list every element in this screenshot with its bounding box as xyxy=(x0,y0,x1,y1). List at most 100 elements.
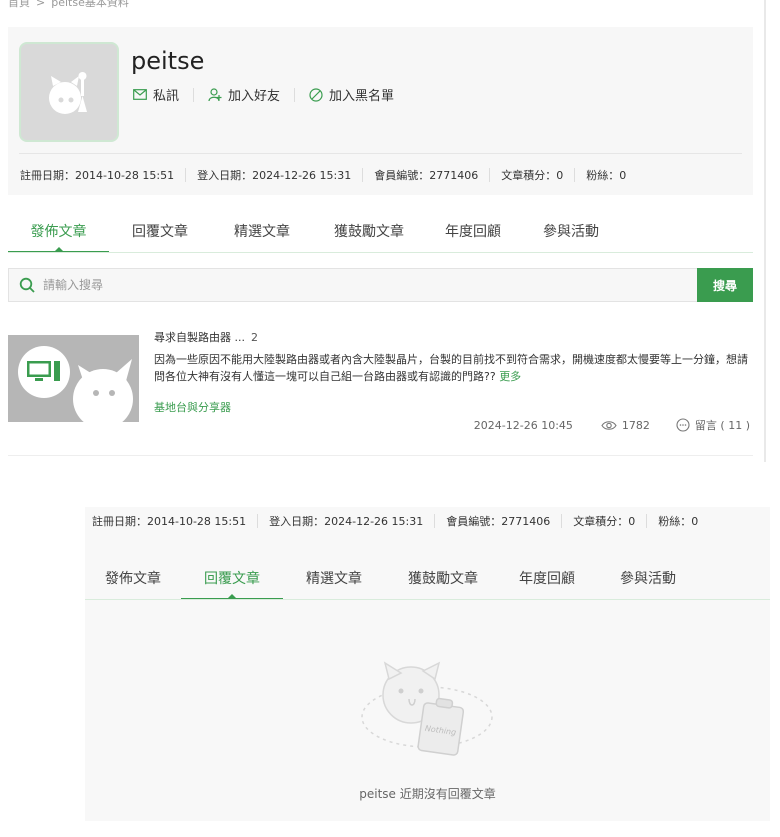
post-meta: 2024-12-26 10:45 1782 留言 ( 11 ) xyxy=(474,417,750,433)
tab-label: 回覆文章 xyxy=(132,224,188,240)
tabs-baseline xyxy=(85,599,770,600)
divider xyxy=(185,168,187,182)
fans-count: 粉絲：0 xyxy=(586,169,627,182)
eye-icon xyxy=(601,420,617,430)
scrollbar[interactable] xyxy=(764,0,766,462)
member-id: 會員編號：2771406 xyxy=(374,169,479,182)
tab-posted-articles[interactable]: 發佈文章 xyxy=(8,221,109,253)
add-friend-button[interactable]: 加入好友 xyxy=(208,85,280,104)
profile-actions: 私訊 加入好友 加入黑名單 xyxy=(133,85,394,104)
read-more-link[interactable]: 更多 xyxy=(499,370,521,383)
private-message-label: 私訊 xyxy=(153,89,180,104)
article-points: 文章積分：0 xyxy=(573,515,636,528)
block-icon xyxy=(309,87,323,102)
mail-icon xyxy=(133,89,147,100)
tab-label: 年度回顧 xyxy=(445,224,501,240)
tabs-baseline xyxy=(8,252,753,253)
post-title[interactable]: 尋求自製路由器 ... 2 xyxy=(154,329,258,345)
block-user-button[interactable]: 加入黑名單 xyxy=(309,85,394,104)
divider xyxy=(574,168,576,182)
tab-label: 精選文章 xyxy=(306,571,362,587)
fans-count: 粉絲：0 xyxy=(658,515,699,528)
post-thumbnail[interactable] xyxy=(8,335,139,422)
tab-featured-articles[interactable]: 精選文章 xyxy=(211,221,313,251)
login-date: 登入日期：2024-12-26 15:31 xyxy=(269,515,424,528)
list-item: 尋求自製路由器 ... 2 因為一些原因不能用大陸製路由器或者內含大陸製晶片，台製… xyxy=(8,322,753,456)
tab-replied-articles[interactable]: 回覆文章 xyxy=(109,221,211,251)
replied-articles-panel: 註冊日期：2014-10-28 15:51 登入日期：2024-12-26 15… xyxy=(85,507,770,821)
register-date: 註冊日期：2014-10-28 15:51 xyxy=(92,515,247,528)
add-user-icon xyxy=(208,87,222,101)
tab-featured-articles[interactable]: 精選文章 xyxy=(283,568,385,598)
divider xyxy=(362,168,364,182)
search-button[interactable]: 搜尋 xyxy=(697,268,753,302)
breadcrumb-home[interactable]: 首頁 xyxy=(8,0,30,9)
divider xyxy=(294,87,296,102)
search-input[interactable] xyxy=(43,278,643,292)
divider xyxy=(8,455,753,456)
divider xyxy=(646,514,648,528)
tab-activities[interactable]: 參與活動 xyxy=(593,568,703,598)
breadcrumb: 首頁 > peitse基本資料 xyxy=(8,0,129,10)
tab-label: 回覆文章 xyxy=(204,571,260,587)
avatar xyxy=(19,42,119,142)
tab-label: 精選文章 xyxy=(234,224,290,240)
post-title-ellipsis: ... xyxy=(234,331,246,344)
post-board-link[interactable]: 基地台與分享器 xyxy=(154,399,231,415)
post-excerpt: 因為一些原因不能用大陸製路由器或者內含大陸製晶片，台製的目前找不到符合需求，開機… xyxy=(154,351,750,385)
comment-icon xyxy=(676,418,690,432)
default-avatar-icon xyxy=(49,72,87,114)
search-icon xyxy=(19,277,35,293)
divider xyxy=(489,168,491,182)
profile-tabs: 發佈文章 回覆文章 精選文章 獲鼓勵文章 年度回顧 參與活動 xyxy=(85,568,703,600)
search-bar xyxy=(8,268,698,302)
active-tab-caret xyxy=(54,247,63,251)
divider xyxy=(19,153,742,154)
profile-tabs: 發佈文章 回覆文章 精選文章 獲鼓勵文章 年度回顧 參與活動 xyxy=(8,221,621,253)
post-comments-link[interactable]: 留言 ( 11 ) xyxy=(676,417,750,433)
tab-label: 參與活動 xyxy=(543,224,599,240)
private-message-button[interactable]: 私訊 xyxy=(133,85,179,104)
empty-state: Nothing xyxy=(85,657,770,770)
post-date: 2024-12-26 10:45 xyxy=(473,418,573,432)
tab-encouraged-articles[interactable]: 獲鼓勵文章 xyxy=(385,568,501,598)
tab-label: 獲鼓勵文章 xyxy=(334,224,404,240)
tab-label: 發佈文章 xyxy=(105,571,161,587)
block-user-label: 加入黑名單 xyxy=(329,89,395,104)
tab-replied-articles[interactable]: 回覆文章 xyxy=(181,568,283,600)
post-excerpt-text: 因為一些原因不能用大陸製路由器或者內含大陸製晶片，台製的目前找不到符合需求，開機… xyxy=(154,353,748,383)
tab-label: 參與活動 xyxy=(620,571,676,587)
divider xyxy=(561,514,563,528)
post-title-text: 尋求自製路由器 xyxy=(154,331,231,344)
empty-state-message: peitse 近期沒有回覆文章 xyxy=(359,787,496,801)
profile-card: peitse 私訊 加入好友 加入黑名單 註冊日期：2014-10-28 15:… xyxy=(8,27,753,195)
active-tab-caret xyxy=(228,594,236,598)
tab-label: 獲鼓勵文章 xyxy=(408,571,478,587)
username: peitse xyxy=(131,47,205,75)
add-friend-label: 加入好友 xyxy=(228,89,281,104)
divider xyxy=(434,514,436,528)
post-page-count: 2 xyxy=(251,331,258,344)
tab-label: 發佈文章 xyxy=(30,224,87,240)
tab-activities[interactable]: 參與活動 xyxy=(521,221,621,251)
breadcrumb-current: peitse基本資料 xyxy=(51,0,129,9)
tab-annual-review[interactable]: 年度回顧 xyxy=(425,221,521,251)
divider xyxy=(193,87,195,102)
profile-stats: 註冊日期：2014-10-28 15:51 登入日期：2024-12-26 15… xyxy=(92,513,698,529)
tab-label: 年度回顧 xyxy=(519,571,575,587)
post-views: 1782 xyxy=(601,419,650,432)
tab-posted-articles[interactable]: 發佈文章 xyxy=(85,568,181,598)
article-points: 文章積分：0 xyxy=(501,169,564,182)
tab-encouraged-articles[interactable]: 獲鼓勵文章 xyxy=(313,221,425,251)
default-thumbnail-icon xyxy=(18,346,133,422)
divider xyxy=(257,514,259,528)
login-date: 登入日期：2024-12-26 15:31 xyxy=(197,169,352,182)
member-id: 會員編號：2771406 xyxy=(446,515,551,528)
empty-state-illustration-icon: Nothing xyxy=(360,661,493,756)
profile-stats: 註冊日期：2014-10-28 15:51 登入日期：2024-12-26 15… xyxy=(20,167,626,183)
comments-count: 留言 ( 11 ) xyxy=(694,419,750,432)
views-count: 1782 xyxy=(621,418,650,432)
tab-annual-review[interactable]: 年度回顧 xyxy=(501,568,593,598)
breadcrumb-separator: > xyxy=(36,0,46,9)
register-date: 註冊日期：2014-10-28 15:51 xyxy=(20,169,175,182)
